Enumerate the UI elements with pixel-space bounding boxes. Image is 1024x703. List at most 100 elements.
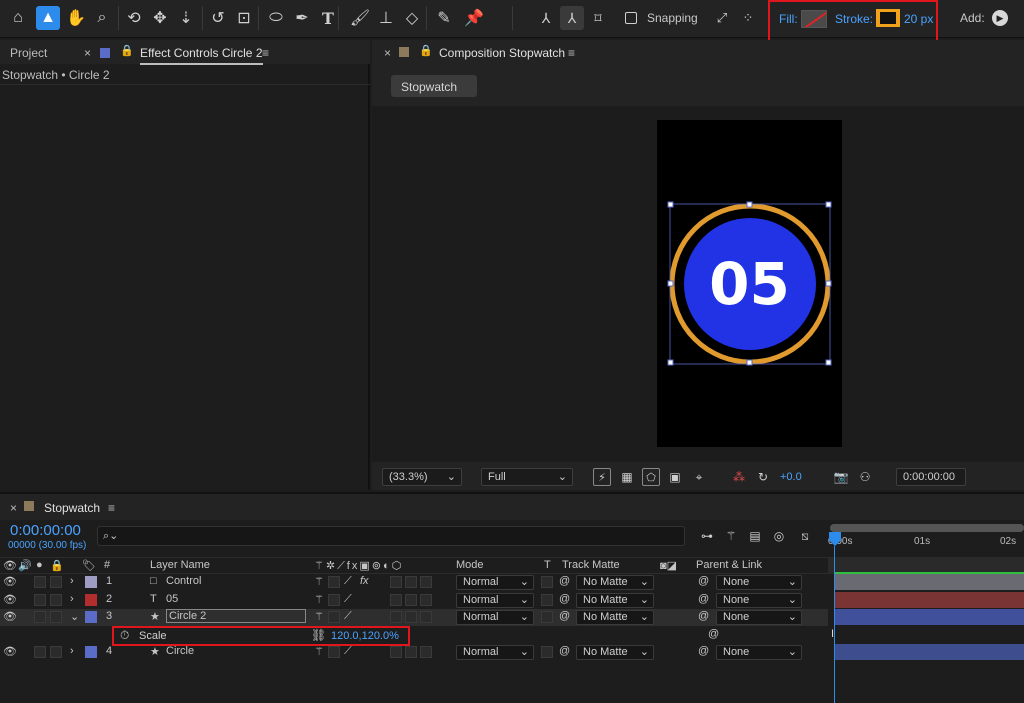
matte-pickwhip-icon[interactable]: @: [559, 645, 570, 657]
axis-view-icon[interactable]: ⌑: [586, 6, 610, 30]
layer-name[interactable]: 05: [166, 593, 178, 605]
solo-toggle[interactable]: [34, 611, 46, 623]
preserve-transparency-toggle[interactable]: [541, 594, 553, 606]
visibility-eye-icon[interactable]: 👁: [3, 575, 17, 588]
current-time[interactable]: 0:00:00:00: [10, 522, 81, 539]
layer-name-header[interactable]: Layer Name: [150, 559, 210, 571]
show-snapshot-icon[interactable]: ⚇: [856, 468, 874, 486]
visibility-eye-icon[interactable]: 👁: [3, 593, 17, 606]
color-management-icon[interactable]: ↻: [754, 468, 772, 486]
rotation-tool-icon[interactable]: ↺: [206, 6, 230, 30]
parent-pickwhip-icon[interactable]: @: [698, 645, 709, 657]
dolly-camera-icon[interactable]: ⇣: [174, 6, 198, 30]
track-matte-dropdown[interactable]: No Matte ⌄: [576, 593, 654, 608]
blend-mode-dropdown[interactable]: Normal ⌄: [456, 575, 534, 590]
parent-dropdown[interactable]: None ⌄: [716, 610, 802, 625]
matte-pickwhip-icon[interactable]: @: [559, 610, 570, 622]
visibility-eye-icon[interactable]: 👁: [3, 559, 17, 572]
preserve-transparency-toggle[interactable]: [541, 576, 553, 588]
snapshot-camera-icon[interactable]: 📷: [832, 468, 850, 486]
layer-label-color[interactable]: [85, 594, 97, 606]
panel-menu-icon[interactable]: ≡: [108, 501, 115, 515]
panel-menu-icon[interactable]: ≡: [568, 46, 575, 60]
chevron-right-icon[interactable]: ›: [70, 575, 74, 587]
stroke-width-value[interactable]: 20 px: [904, 12, 933, 26]
adjustment-switch[interactable]: [405, 576, 417, 588]
3d-layer-switch[interactable]: [420, 594, 432, 606]
work-area-bar[interactable]: [830, 524, 1024, 532]
parent-dropdown[interactable]: None ⌄: [716, 575, 802, 590]
layer-duration-bar[interactable]: [834, 572, 1024, 590]
motion-blur-switch[interactable]: [390, 646, 402, 658]
tab-project[interactable]: Project: [10, 46, 47, 60]
parent-dropdown[interactable]: None ⌄: [716, 593, 802, 608]
pan-behind-icon[interactable]: ⊡: [232, 6, 256, 30]
3d-layer-switch[interactable]: [420, 576, 432, 588]
puppet-pin-icon[interactable]: 📌: [462, 6, 486, 30]
transform-handle[interactable]: [746, 201, 753, 208]
exposure-value[interactable]: +0.0: [780, 471, 802, 483]
shy-switch-icon[interactable]: ⚚: [314, 610, 324, 623]
zoom-tool-icon[interactable]: ⌕: [90, 6, 114, 30]
stopwatch-icon[interactable]: ⏱: [120, 628, 129, 643]
home-icon[interactable]: ⌂: [6, 6, 30, 30]
collapse-switch[interactable]: [328, 594, 340, 606]
clone-stamp-icon[interactable]: ⊥: [374, 6, 398, 30]
collapse-switch[interactable]: [328, 611, 340, 623]
pen-tool-icon[interactable]: ✒: [290, 6, 314, 30]
collapse-switch[interactable]: [328, 646, 340, 658]
lock-toggle[interactable]: [50, 594, 62, 606]
track-matte-dropdown[interactable]: No Matte ⌄: [576, 645, 654, 660]
adjustment-switch[interactable]: [405, 594, 417, 606]
stroke-label[interactable]: Stroke:: [835, 12, 873, 26]
tab-composition[interactable]: Composition Stopwatch: [439, 46, 565, 60]
quality-switch-icon[interactable]: ⟋: [344, 593, 352, 606]
3d-layer-switch[interactable]: [420, 646, 432, 658]
comp-timecode[interactable]: 0:00:00:00: [896, 468, 966, 486]
collapse-switch[interactable]: [328, 576, 340, 588]
adjustment-switch[interactable]: [405, 611, 417, 623]
snap-edge-icon[interactable]: ⤢: [710, 6, 734, 30]
pickwhip-icon[interactable]: @: [708, 628, 719, 640]
label-tag-icon[interactable]: 🏷: [82, 559, 96, 572]
shy-switch-icon[interactable]: ⚚: [314, 593, 324, 606]
comp-viewer[interactable]: 05: [372, 106, 1024, 462]
layer-name[interactable]: Circle: [166, 645, 194, 657]
layer-label-color[interactable]: [85, 611, 97, 623]
constrain-proportions-icon[interactable]: ⛓: [311, 628, 326, 642]
parent-pickwhip-icon[interactable]: @: [698, 610, 709, 622]
axis-local-icon[interactable]: ⅄: [534, 6, 558, 30]
chevron-right-icon[interactable]: ›: [70, 645, 74, 657]
type-tool-icon[interactable]: T: [316, 6, 340, 30]
blend-mode-dropdown[interactable]: Normal ⌄: [456, 645, 534, 660]
axis-world-icon[interactable]: ⅄: [560, 6, 584, 30]
eraser-tool-icon[interactable]: ◇: [400, 6, 424, 30]
comp-flowchart-icon[interactable]: ⊶: [698, 528, 716, 544]
panel-menu-icon[interactable]: ≡: [262, 46, 269, 60]
mask-visibility-icon[interactable]: ⬠: [642, 468, 660, 486]
stroke-swatch[interactable]: [876, 9, 900, 27]
quality-switch-icon[interactable]: ⟋: [344, 610, 352, 623]
layer-name[interactable]: Control: [166, 575, 201, 587]
parent-dropdown[interactable]: None ⌄: [716, 645, 802, 660]
resolution-dropdown[interactable]: Full ⌄: [481, 468, 573, 486]
color-channels-icon[interactable]: ⁂: [730, 468, 748, 486]
lock-toggle[interactable]: [50, 646, 62, 658]
region-of-interest-icon[interactable]: ▣: [666, 468, 684, 486]
fx-switch[interactable]: fx: [360, 575, 369, 587]
layer-label-color[interactable]: [85, 646, 97, 658]
ellipse-tool-icon[interactable]: ⬭: [264, 6, 288, 30]
chevron-right-icon[interactable]: ›: [70, 593, 74, 605]
visibility-eye-icon[interactable]: 👁: [3, 645, 17, 658]
shy-switch-icon[interactable]: ⚚: [314, 575, 324, 588]
motion-blur-icon[interactable]: ◎: [770, 528, 788, 544]
shy-switch-icon[interactable]: ⚚: [314, 645, 324, 658]
layer-row[interactable]: 👁 › 1 □ Control ⚚ ⟋ fx Normal ⌄ @ No Matte ⌄ @ None ⌄: [0, 574, 828, 591]
tab-effect-controls[interactable]: Effect Controls Circle 2: [140, 46, 263, 65]
visibility-eye-icon[interactable]: 👁: [3, 610, 17, 623]
lock-icon[interactable]: 🔒: [419, 44, 433, 57]
layer-row[interactable]: 👁 ⌄ 3 ★ Circle 2 ⚚ ⟋ Normal ⌄ @ No Matte ⌄ @ None ⌄: [0, 609, 828, 626]
lock-toggle[interactable]: [50, 576, 62, 588]
parent-pickwhip-icon[interactable]: @: [698, 575, 709, 587]
solo-icon[interactable]: ●: [36, 559, 43, 571]
